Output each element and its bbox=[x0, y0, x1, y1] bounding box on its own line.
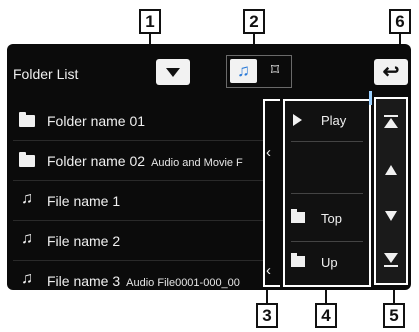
scroll-up-button[interactable] bbox=[376, 147, 406, 193]
callout-6: 6 bbox=[389, 9, 411, 34]
folder-icon bbox=[19, 112, 35, 127]
item-name: File name 1 bbox=[47, 193, 121, 209]
page-title: Folder List bbox=[13, 66, 79, 82]
action-menu: Play Top Up bbox=[283, 99, 371, 287]
back-button[interactable]: ↩ bbox=[374, 59, 408, 85]
back-arrow-icon: ↩ bbox=[382, 61, 400, 83]
scroll-top-icon bbox=[384, 115, 398, 128]
music-mode-button[interactable]: ♫ bbox=[230, 59, 257, 83]
divider bbox=[13, 180, 263, 181]
scroll-first-button[interactable] bbox=[376, 101, 406, 147]
top-button[interactable]: Top bbox=[285, 203, 369, 233]
page-scroll-bar bbox=[374, 97, 408, 285]
item-subtitle: Audio and Movie F bbox=[151, 157, 243, 169]
dropdown-button[interactable] bbox=[156, 59, 190, 85]
item-name: File name 2 bbox=[47, 233, 121, 249]
scroll-down-button[interactable] bbox=[376, 193, 406, 239]
list-item[interactable]: ♫ File name 3 Audio File0001-000_00 bbox=[7, 262, 263, 290]
scroll-last-button[interactable] bbox=[376, 237, 406, 283]
menu-handle[interactable] bbox=[263, 99, 280, 287]
list-item[interactable]: ♫ File name 2 bbox=[7, 222, 263, 260]
divider bbox=[13, 220, 263, 221]
collapse-chevron-icon[interactable]: ‹ bbox=[266, 262, 271, 279]
top-label: Top bbox=[321, 211, 342, 226]
divider bbox=[291, 193, 363, 194]
play-label: Play bbox=[321, 113, 347, 128]
up-button[interactable]: Up bbox=[285, 247, 369, 277]
collapse-chevron-icon[interactable]: ‹ bbox=[266, 144, 271, 161]
scroll-position-indicator bbox=[369, 91, 372, 105]
music-note-icon: ♫ bbox=[21, 190, 33, 207]
scroll-up-icon bbox=[385, 165, 397, 175]
scroll-bottom-icon bbox=[384, 253, 398, 267]
music-note-icon: ♫ bbox=[21, 230, 33, 247]
divider bbox=[13, 260, 263, 261]
play-button[interactable]: Play bbox=[285, 105, 369, 135]
divider bbox=[13, 140, 263, 141]
video-mode-button[interactable]: ⌑ bbox=[263, 59, 287, 83]
item-name: Folder name 01 bbox=[47, 113, 146, 129]
folder-icon bbox=[19, 152, 35, 167]
scroll-down-icon bbox=[385, 211, 397, 221]
callout-3: 3 bbox=[256, 303, 278, 328]
list-item[interactable]: ♫ File name 1 bbox=[7, 182, 263, 220]
divider bbox=[291, 141, 363, 142]
divider bbox=[291, 241, 363, 242]
item-name: File name 3 bbox=[47, 273, 121, 289]
folder-icon bbox=[291, 209, 305, 223]
media-type-switch: ♫ ⌑ bbox=[226, 55, 292, 88]
chevron-down-icon bbox=[166, 67, 180, 77]
callout-4: 4 bbox=[315, 303, 337, 328]
list-item[interactable]: Folder name 01 bbox=[7, 102, 263, 140]
callout-5: 5 bbox=[383, 303, 405, 328]
music-note-icon: ♫ bbox=[237, 61, 250, 80]
item-name: Folder name 02 bbox=[47, 153, 146, 169]
list-item[interactable]: Folder name 02 Audio and Movie F bbox=[7, 142, 263, 180]
video-icon: ⌑ bbox=[270, 62, 280, 79]
folder-list-screen: Folder List ♫ ⌑ ↩ Folder name 01 Folder … bbox=[7, 44, 411, 290]
up-label: Up bbox=[321, 255, 338, 270]
folder-icon bbox=[291, 253, 305, 267]
item-subtitle: Audio File0001-000_00 bbox=[126, 277, 240, 289]
play-icon bbox=[293, 114, 302, 126]
callout-1: 1 bbox=[139, 9, 161, 34]
music-note-icon: ♫ bbox=[21, 270, 33, 287]
callout-2: 2 bbox=[243, 9, 265, 34]
